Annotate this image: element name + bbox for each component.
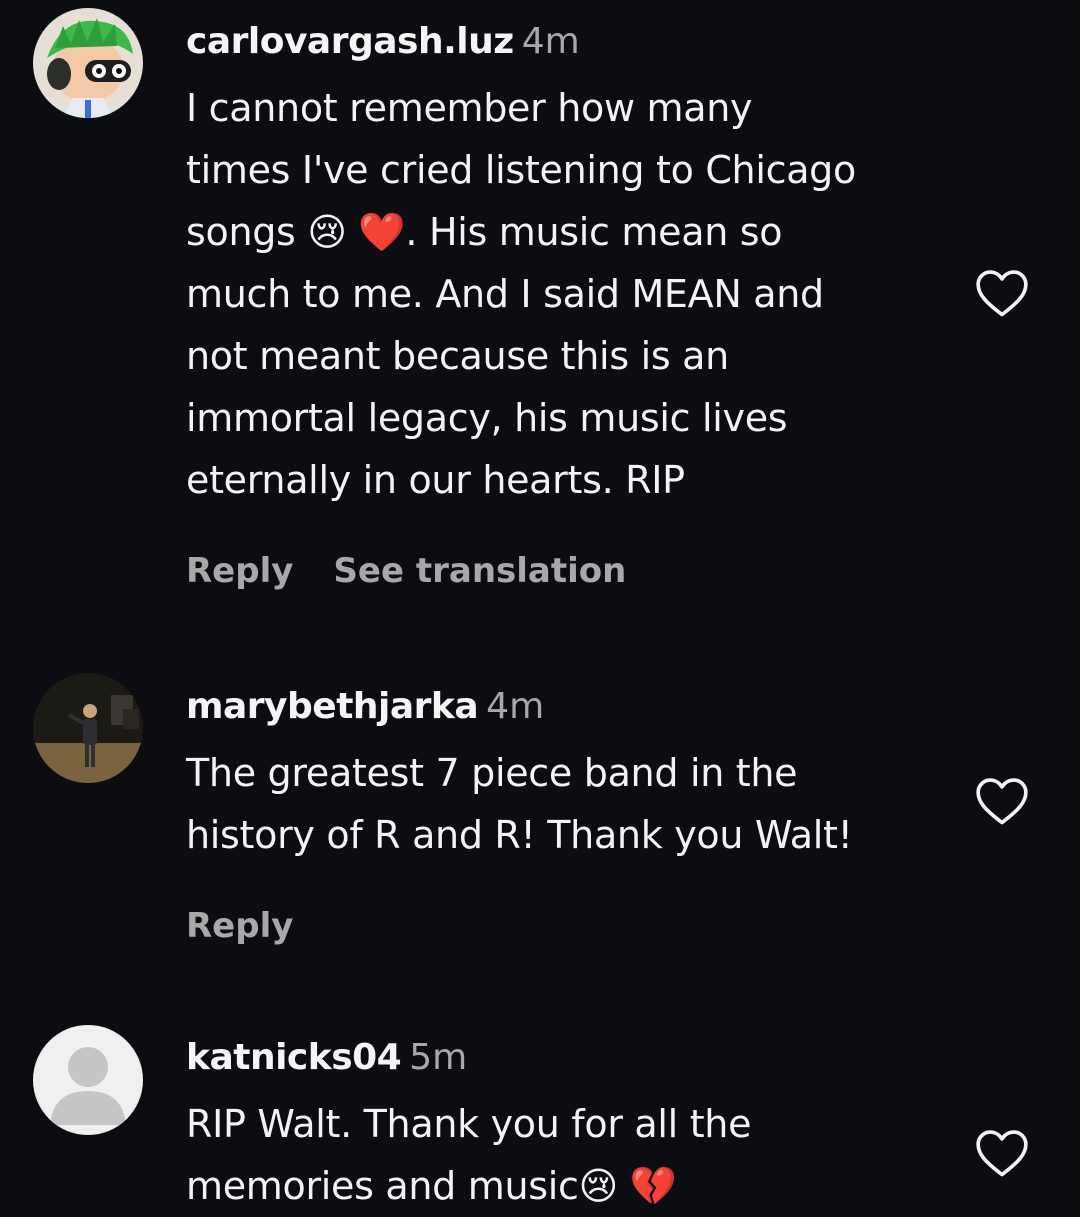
comment-text: The greatest 7 piece band in the history… xyxy=(186,751,853,857)
avatar[interactable] xyxy=(33,8,143,118)
heart-outline-icon[interactable] xyxy=(974,776,1030,826)
comment-item: marybethjarka 4m The greatest 7 piece ban… xyxy=(0,660,1080,1000)
avatar[interactable] xyxy=(33,1025,143,1135)
reply-button[interactable]: Reply xyxy=(186,906,293,946)
timestamp: 4m xyxy=(486,686,545,727)
see-translation-button[interactable]: See translation xyxy=(333,551,626,591)
heart-outline-icon[interactable] xyxy=(974,268,1030,318)
avatar[interactable] xyxy=(33,673,143,783)
comment-item: carlovargash.luz 4m I cannot remember how… xyxy=(0,0,1080,640)
timestamp: 5m xyxy=(409,1037,468,1078)
comment-text: RIP Walt. Thank you for all the memories… xyxy=(186,1102,752,1208)
reply-button[interactable]: Reply xyxy=(186,551,293,591)
heart-outline-icon[interactable] xyxy=(974,1128,1030,1178)
comment-text: I cannot remember how many times I've cr… xyxy=(186,86,856,502)
username[interactable]: carlovargash.luz xyxy=(186,21,514,62)
username[interactable]: katnicks04 xyxy=(186,1037,402,1078)
comment-item: katnicks04 5m RIP Walt. Thank you for all… xyxy=(0,1010,1080,1208)
timestamp: 4m xyxy=(521,21,580,62)
username[interactable]: marybethjarka xyxy=(186,686,479,727)
